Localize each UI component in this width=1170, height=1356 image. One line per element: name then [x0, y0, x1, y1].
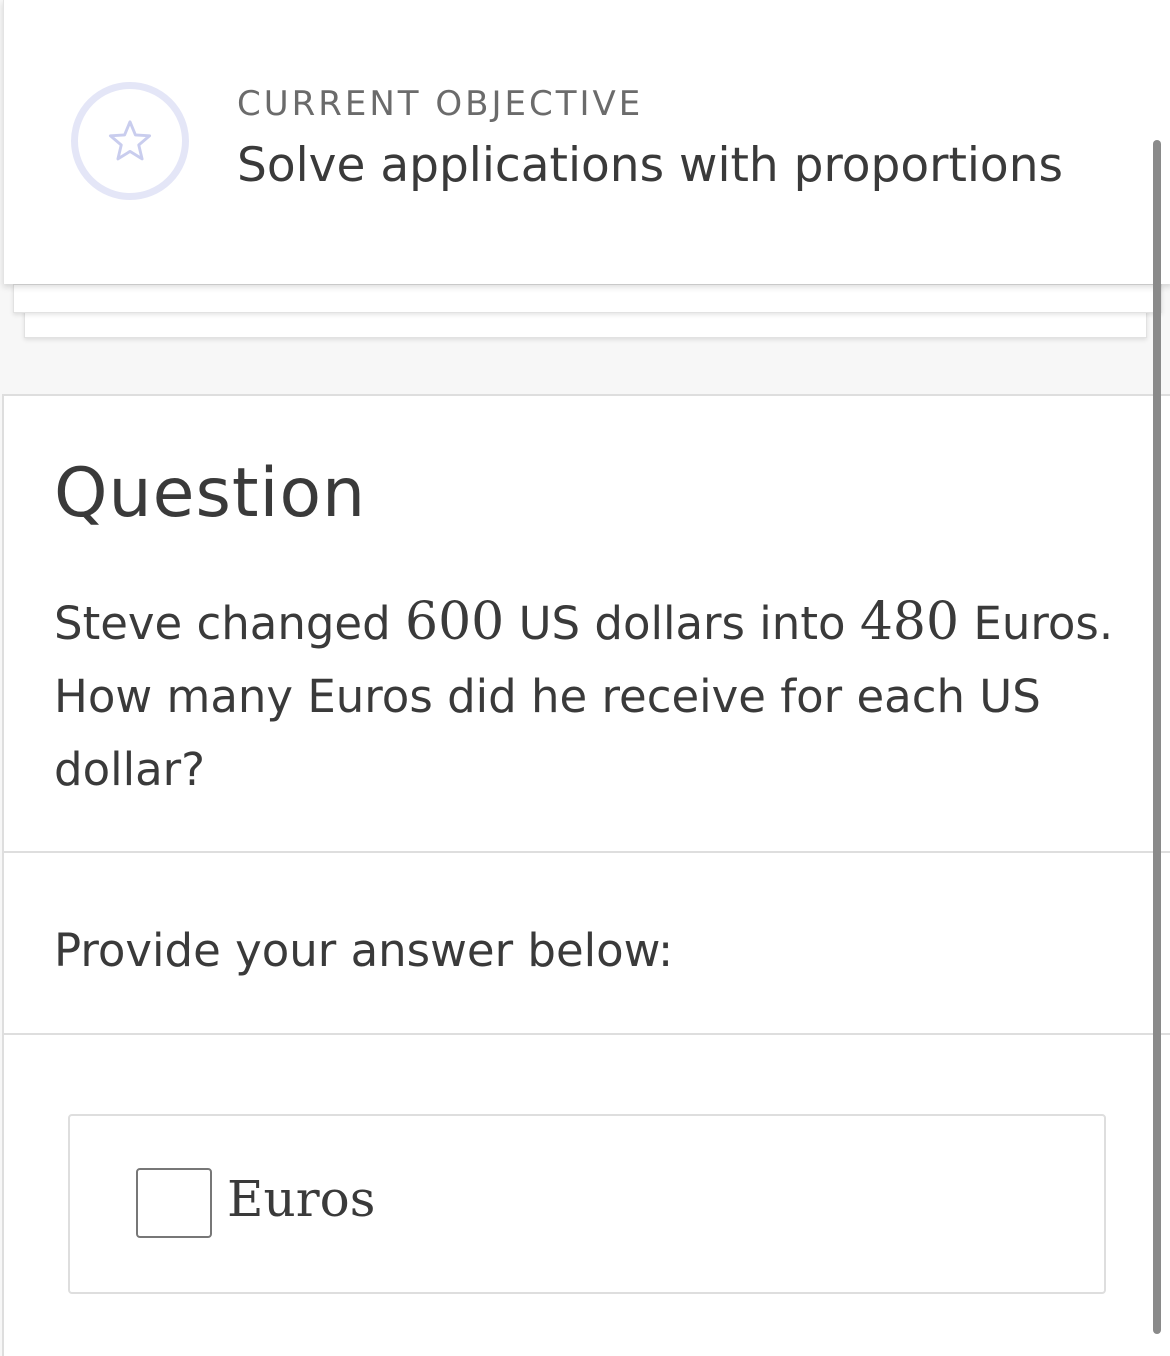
answer-box: Euros: [68, 1114, 1106, 1294]
card-stack-shadow-front: [13, 284, 1162, 313]
star-icon: [108, 120, 152, 161]
divider: [4, 851, 1170, 853]
question-text-part: Steve changed: [54, 597, 405, 650]
question-text-part: US dollars into: [504, 597, 860, 650]
answer-prompt: Provide your answer below:: [54, 924, 674, 977]
question-heading: Question: [54, 454, 367, 533]
answer-unit: Euros: [227, 1170, 376, 1228]
objective-title: Solve applications with proportions: [237, 138, 1063, 193]
objective-label: CURRENT OBJECTIVE: [237, 84, 644, 124]
objective-card: CURRENT OBJECTIVE Solve applications wit…: [3, 0, 1170, 284]
question-card: Question Steve changed 600 US dollars in…: [2, 394, 1170, 1356]
scrollbar-thumb[interactable]: [1153, 140, 1161, 1334]
objective-badge: [71, 82, 189, 200]
question-text: Steve changed 600 US dollars into 480 Eu…: [54, 586, 1114, 806]
answer-input[interactable]: [136, 1168, 212, 1238]
amount-eur: 480: [859, 592, 960, 652]
amount-usd: 600: [405, 592, 505, 652]
divider: [4, 1033, 1170, 1035]
